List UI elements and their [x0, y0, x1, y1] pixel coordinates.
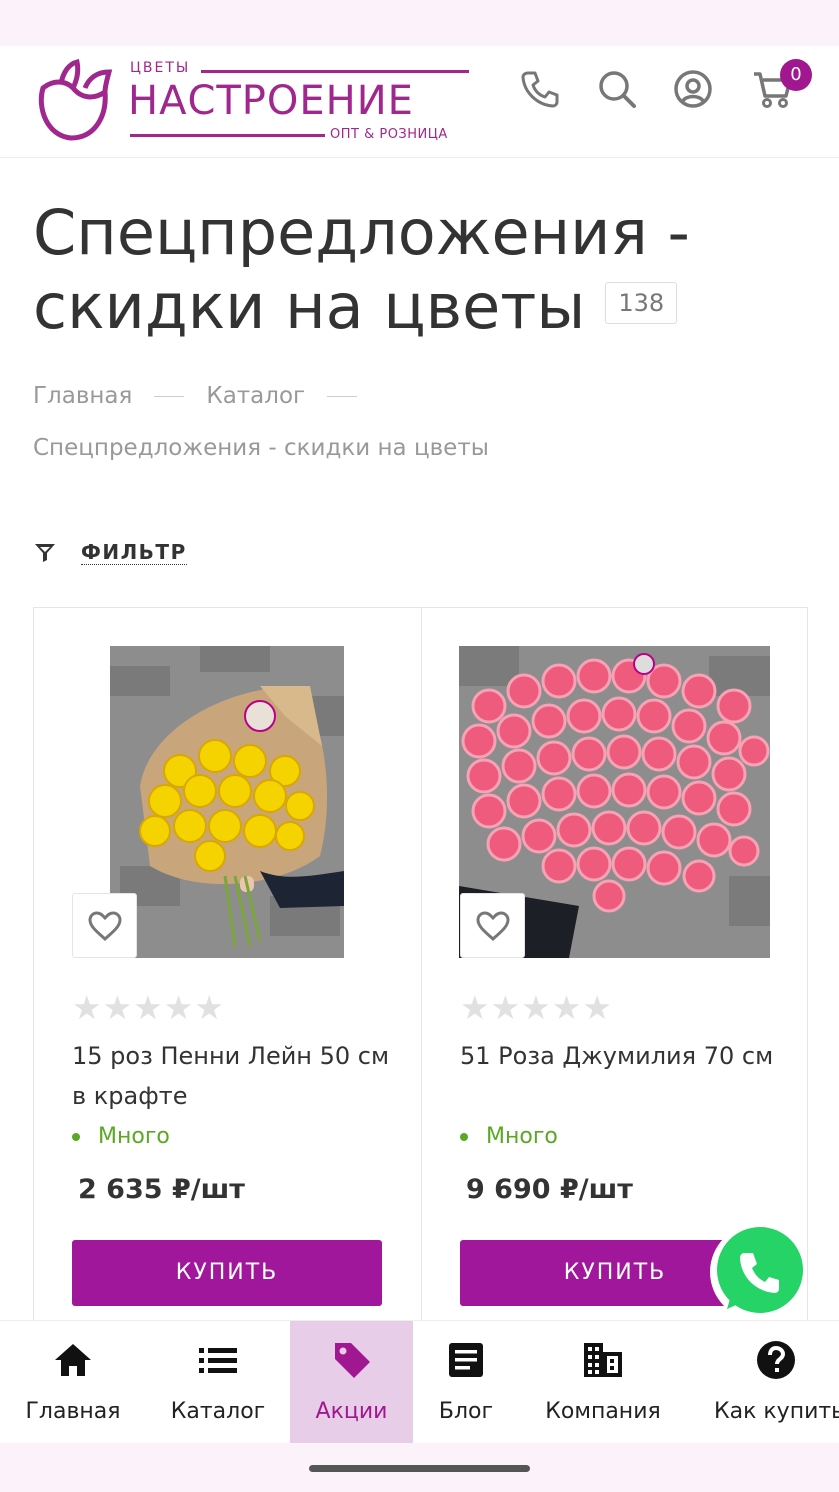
cart-count-badge: 0: [780, 59, 812, 91]
search-icon[interactable]: [596, 68, 638, 110]
list-icon: [199, 1348, 237, 1373]
rating-stars: ★★★★★: [460, 988, 613, 1027]
product-name[interactable]: 15 роз Пенни Лейн 50 см в крафте: [72, 1036, 392, 1116]
nav-label: Акции: [315, 1399, 388, 1424]
breadcrumb-catalog[interactable]: Каталог: [206, 383, 305, 409]
nav-label: Как купить: [714, 1399, 839, 1424]
help-icon: [756, 1341, 795, 1379]
product-name[interactable]: 51 Роза Джумилия 70 см: [460, 1036, 780, 1076]
stock-status: Много: [460, 1124, 558, 1149]
stock-status: Много: [72, 1124, 170, 1149]
breadcrumb: Главная Каталог Спецпредложения - скидки …: [33, 370, 793, 474]
bottom-navigation: Главная Каталог Акции Блог Компания Как …: [0, 1320, 839, 1444]
breadcrumb-separator: [327, 396, 358, 397]
phone-icon[interactable]: [519, 68, 561, 110]
stock-indicator-dot: [460, 1132, 468, 1141]
building-icon: [584, 1343, 622, 1377]
stock-label: Много: [98, 1124, 170, 1149]
favorite-button[interactable]: [72, 893, 137, 958]
breadcrumb-separator: [154, 396, 185, 397]
breadcrumb-home[interactable]: Главная: [33, 383, 132, 409]
product-price: 9 690 ₽/шт: [466, 1174, 633, 1205]
logo-small-text: ЦВЕТЫ: [130, 60, 191, 76]
filter-icon: [35, 544, 55, 562]
nav-label: Каталог: [170, 1399, 266, 1424]
tulip-logo-icon: [38, 58, 113, 141]
product-card: ★★★★★ 51 Роза Джумилия 70 см Много 9 690…: [421, 608, 808, 1328]
buy-button[interactable]: КУПИТЬ: [72, 1240, 382, 1306]
tag-icon: [334, 1343, 370, 1378]
home-icon: [55, 1344, 91, 1376]
status-bar: [0, 0, 839, 46]
whatsapp-icon[interactable]: [709, 1223, 807, 1321]
article-icon: [449, 1343, 483, 1377]
logo-divider: [130, 134, 325, 137]
logo-title: НАСТРОЕНИЕ: [128, 78, 414, 124]
account-icon[interactable]: [672, 68, 714, 110]
nav-label: Главная: [25, 1399, 121, 1424]
product-image-yellow-roses[interactable]: [110, 646, 344, 958]
rating-stars: ★★★★★: [72, 988, 225, 1027]
heart-icon: [87, 910, 122, 941]
product-price: 2 635 ₽/шт: [78, 1174, 245, 1205]
logo-divider: [201, 70, 469, 73]
nav-item-promotions[interactable]: Акции: [290, 1321, 413, 1444]
page-title-text: Спецпредложения - скидки на цветы: [33, 196, 690, 343]
page-title: Спецпредложения - скидки на цветы 138: [33, 196, 793, 344]
nav-item-how-to-buy[interactable]: Как купить: [712, 1321, 839, 1444]
logo-subtitle: ОПТ & РОЗНИЦА: [330, 127, 448, 142]
filter-toggle[interactable]: ФИЛЬТР: [33, 536, 187, 568]
nav-item-home[interactable]: Главная: [12, 1321, 134, 1444]
nav-item-blog[interactable]: Блог: [426, 1321, 506, 1444]
filter-label: ФИЛЬТР: [81, 539, 187, 565]
nav-label: Компания: [545, 1399, 661, 1424]
stock-indicator-dot: [72, 1132, 80, 1141]
product-card: ★★★★★ 15 роз Пенни Лейн 50 см в крафте М…: [34, 608, 421, 1328]
site-header: ЦВЕТЫ НАСТРОЕНИЕ ОПТ & РОЗНИЦА 0: [0, 46, 839, 158]
nav-item-catalog[interactable]: Каталог: [160, 1321, 276, 1444]
logo[interactable]: ЦВЕТЫ НАСТРОЕНИЕ ОПТ & РОЗНИЦА: [33, 52, 473, 142]
nav-item-company[interactable]: Компания: [536, 1321, 670, 1444]
heart-icon: [475, 910, 510, 941]
product-grid: ★★★★★ 15 роз Пенни Лейн 50 см в крафте М…: [33, 607, 808, 1328]
stock-label: Много: [486, 1124, 558, 1149]
favorite-button[interactable]: [460, 893, 525, 958]
home-gesture-bar[interactable]: [309, 1465, 530, 1472]
nav-label: Блог: [438, 1399, 494, 1424]
breadcrumb-current: Спецпредложения - скидки на цветы: [33, 435, 489, 461]
system-gesture-area: [0, 1443, 839, 1492]
product-count-badge: 138: [605, 281, 678, 324]
